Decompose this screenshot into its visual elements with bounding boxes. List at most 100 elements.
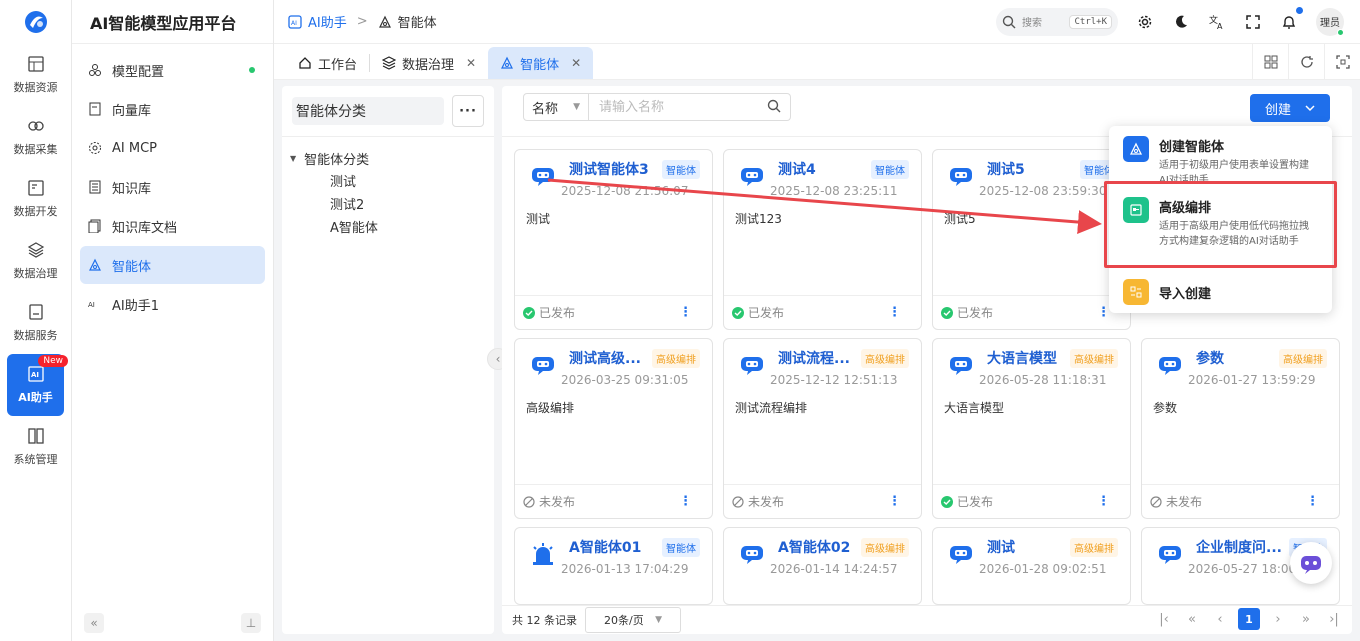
breadcrumb-current: 智能体: [397, 16, 437, 31]
agent-card[interactable]: A智能体02 高级编排 2026-01-14 14:24:57: [723, 527, 922, 605]
focus-icon[interactable]: [1324, 44, 1360, 80]
field-select[interactable]: 名称 ▼: [523, 93, 589, 121]
svg-text:AI: AI: [291, 20, 297, 27]
agent-card[interactable]: 测试4 智能体 2025-12-08 23:25:11 测试123 已发布 ⋮: [723, 149, 922, 330]
import-icon: [1123, 279, 1149, 305]
agent-card[interactable]: 测试5 智能体 2025-12-08 23:59:30 测试5 已发布 ⋮: [932, 149, 1131, 330]
card-title[interactable]: 测试: [987, 537, 1015, 557]
rail-item-2[interactable]: 数据开发: [0, 168, 71, 230]
tree-root[interactable]: ▼ 智能体分类: [290, 147, 486, 169]
collapse-sidebar-button[interactable]: «: [84, 613, 104, 633]
more-vertical-icon[interactable]: ⋮: [1097, 495, 1110, 508]
agent-icon: [378, 15, 391, 28]
pin-icon[interactable]: ⊥: [241, 613, 261, 633]
highlight-box: [1104, 181, 1337, 268]
last-page-icon[interactable]: ›|: [1324, 612, 1344, 627]
name-search-input[interactable]: [589, 93, 791, 121]
global-search[interactable]: 搜索 Ctrl+K: [996, 7, 1118, 36]
create-button[interactable]: 创建: [1250, 94, 1330, 122]
agent-card[interactable]: 测试 高级编排 2026-01-28 09:02:51: [932, 527, 1131, 605]
rail-item-3[interactable]: 数据治理: [0, 230, 71, 292]
sidebar-item-1[interactable]: 向量库: [80, 90, 265, 128]
card-title[interactable]: 测试智能体3: [569, 159, 649, 179]
agent-icon: [89, 258, 101, 271]
card-title[interactable]: A智能体01: [569, 537, 641, 557]
breadcrumb-parent[interactable]: AI助手: [308, 12, 347, 31]
ban-icon: [732, 495, 744, 508]
agent-card[interactable]: 测试智能体3 智能体 2025-12-08 21:56:07 测试 已发布 ⋮: [514, 149, 713, 330]
card-title[interactable]: 测试5: [987, 159, 1025, 179]
more-vertical-icon[interactable]: ⋮: [888, 495, 901, 508]
online-status-dot: [1337, 28, 1344, 36]
bell-icon[interactable]: [1280, 6, 1303, 31]
more-vertical-icon[interactable]: ⋮: [679, 306, 692, 319]
prev-page-icon[interactable]: ‹: [1210, 612, 1230, 627]
agent-card[interactable]: 参数 高级编排 2026-01-27 13:59:29 参数 未发布 ⋮: [1141, 338, 1340, 519]
rail-item-6[interactable]: 系统管理: [0, 416, 71, 478]
sidebar-item-3[interactable]: 知识库: [80, 168, 265, 206]
fullscreen-icon[interactable]: [1244, 13, 1262, 31]
more-vertical-icon[interactable]: ⋮: [679, 495, 692, 508]
sidebar-item-4[interactable]: 知识库文档: [80, 207, 265, 245]
tree-leaf[interactable]: 测试: [290, 169, 486, 192]
search-icon[interactable]: [767, 99, 781, 113]
rail-item-0[interactable]: 数据资源: [0, 44, 71, 106]
agent-card[interactable]: 测试流程... 高级编排 2025-12-12 12:51:13 测试流程编排 未发布 ⋮: [723, 338, 922, 519]
card-description: 测试5: [944, 212, 976, 226]
gear-icon[interactable]: [1136, 13, 1154, 31]
page-size-select[interactable]: 20条/页 ▼: [585, 607, 681, 633]
breadcrumb: AI AI助手 > 智能体: [274, 12, 437, 31]
rail-item-4[interactable]: 数据服务: [0, 292, 71, 354]
prev-group-icon[interactable]: «: [1182, 612, 1202, 627]
next-page-icon[interactable]: ›: [1268, 612, 1288, 627]
card-title[interactable]: 测试4: [778, 159, 816, 179]
caret-down-icon[interactable]: ▼: [290, 154, 296, 163]
sidebar-item-0[interactable]: 模型配置: [80, 51, 265, 89]
tree-leaf[interactable]: 测试2: [290, 192, 486, 215]
app-logo[interactable]: [0, 0, 71, 44]
refresh-icon[interactable]: [1288, 44, 1324, 80]
sidebar-item-5[interactable]: 智能体: [80, 246, 265, 284]
card-title[interactable]: 大语言模型: [987, 348, 1057, 368]
close-icon[interactable]: ✕: [571, 56, 581, 70]
moon-icon[interactable]: [1172, 13, 1190, 31]
sidebar-item-2[interactable]: AI MCP: [80, 129, 265, 167]
robot-icon: [1301, 556, 1321, 574]
tab-agent[interactable]: 智能体 ✕: [488, 47, 594, 79]
card-title[interactable]: 参数: [1196, 348, 1224, 368]
card-title[interactable]: 测试高级...: [569, 348, 641, 368]
first-page-icon[interactable]: |‹: [1154, 612, 1174, 627]
assistant-fab[interactable]: [1290, 542, 1332, 584]
next-group-icon[interactable]: »: [1296, 612, 1316, 627]
total-count: 12: [526, 613, 541, 627]
grid-view-icon[interactable]: [1252, 44, 1288, 80]
agent-card[interactable]: 大语言模型 高级编排 2026-05-28 11:18:31 大语言模型 已发布 ⋮: [932, 338, 1131, 519]
more-vertical-icon[interactable]: ⋮: [1306, 495, 1319, 508]
card-title[interactable]: 企业制度问...: [1196, 537, 1282, 557]
tab-workbench[interactable]: 工作台: [286, 47, 369, 79]
rail-item-5[interactable]: AI AI助手 New: [7, 354, 68, 416]
sidebar-item-6[interactable]: AI AI助手1: [80, 285, 265, 323]
card-description: 测试: [526, 212, 551, 226]
card-type-badge: 高级编排: [861, 349, 909, 368]
close-icon[interactable]: ✕: [466, 56, 476, 70]
avatar[interactable]: 理员: [1316, 7, 1344, 36]
card-title[interactable]: 测试流程...: [778, 348, 850, 368]
card-timestamp: 2025-12-08 21:56:07: [561, 184, 689, 198]
card-title[interactable]: A智能体02: [778, 537, 850, 557]
tab-data-governance[interactable]: 数据治理 ✕: [370, 47, 488, 79]
translate-icon[interactable]: 文A: [1208, 13, 1226, 31]
rail-item-1[interactable]: 数据采集: [0, 106, 71, 168]
current-page[interactable]: 1: [1238, 608, 1260, 630]
menu-item-import-create[interactable]: 导入创建: [1109, 279, 1332, 305]
more-button[interactable]: ···: [452, 95, 484, 127]
more-vertical-icon[interactable]: ⋮: [1097, 306, 1110, 319]
tree-leaf[interactable]: A智能体: [290, 215, 486, 238]
agent-card[interactable]: 测试高级... 高级编排 2026-03-25 09:31:05 高级编排 未发布 ⋮: [514, 338, 713, 519]
agent-card[interactable]: A智能体01 智能体 2026-01-13 17:04:29: [514, 527, 713, 605]
robot-icon: [950, 357, 972, 375]
database-grid-icon: [27, 56, 44, 72]
pagination: 共 12 条记录 20条/页 ▼ |‹ « ‹ 1 › » ›|: [502, 605, 1352, 634]
nav-rail: 数据资源 数据采集 数据开发 数据治理 数据服务 AI AI助手 New 系统管理: [0, 0, 72, 641]
more-vertical-icon[interactable]: ⋮: [888, 306, 901, 319]
